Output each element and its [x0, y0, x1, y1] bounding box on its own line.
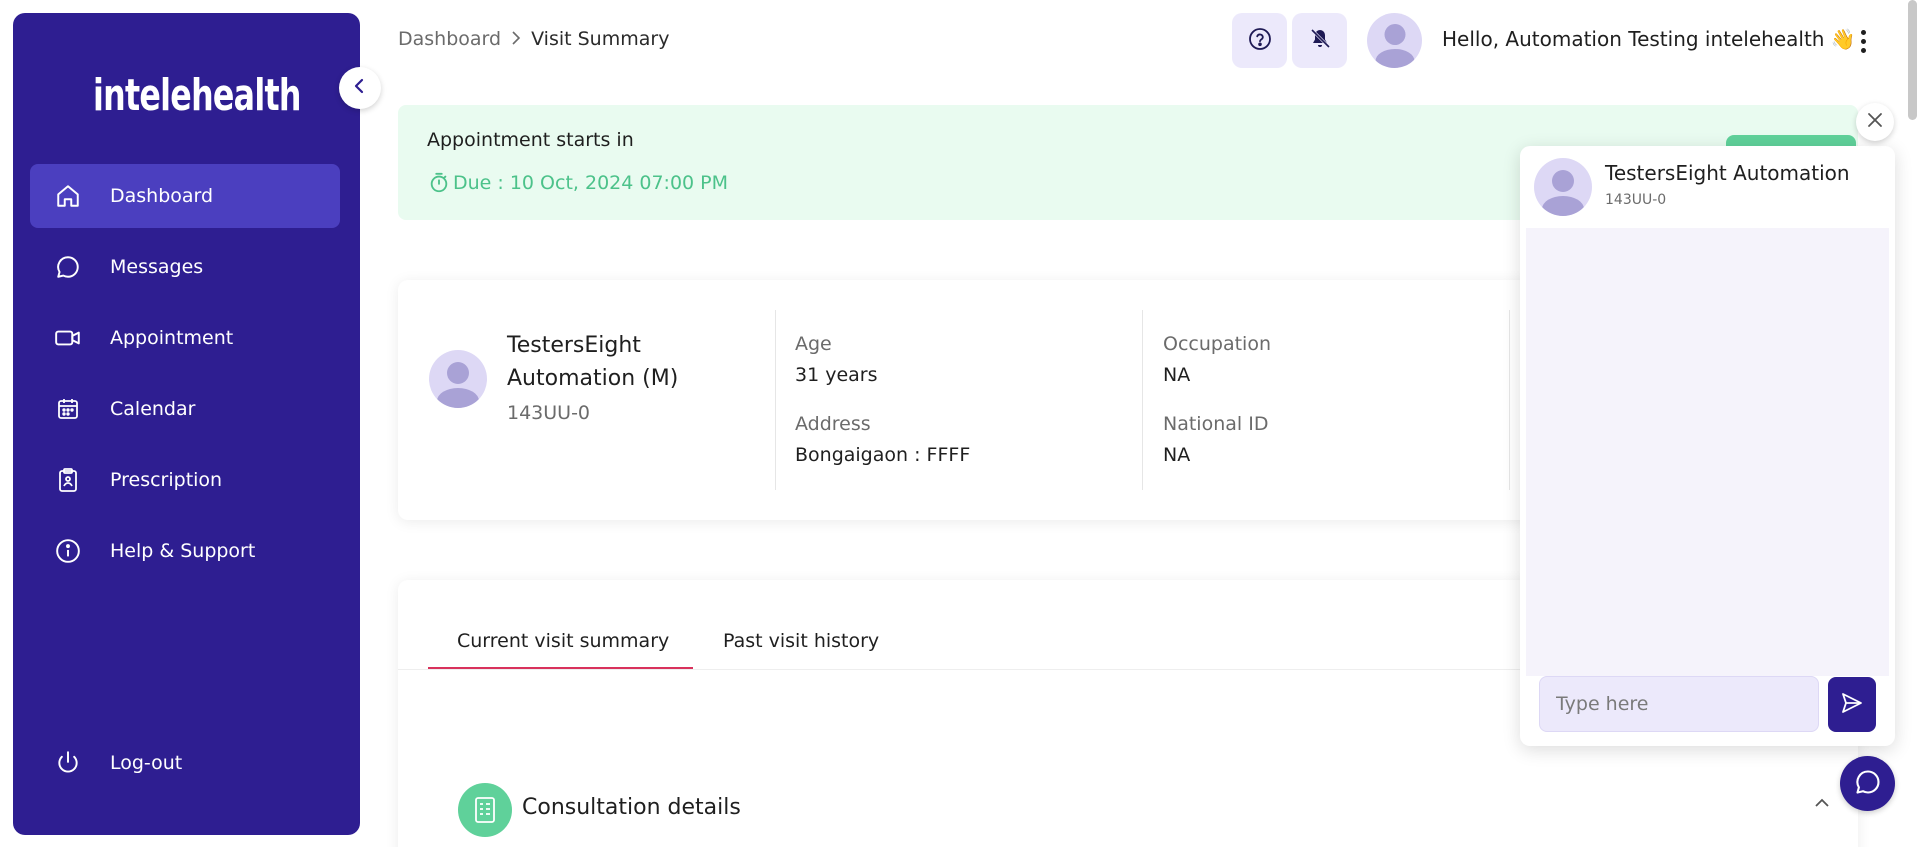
logo-text: intelehealth	[93, 69, 301, 121]
video-icon	[54, 324, 82, 352]
sidebar-item-label: Help & Support	[110, 540, 256, 562]
document-icon	[458, 783, 512, 837]
sidebar-nav: Dashboard Messages Appointment Calendar …	[30, 164, 340, 590]
chat-avatar	[1534, 158, 1592, 216]
sidebar-item-dashboard[interactable]: Dashboard	[30, 164, 340, 228]
consultation-details-title: Consultation details	[522, 795, 741, 820]
sidebar-item-label: Calendar	[110, 398, 196, 420]
user-avatar[interactable]	[1367, 13, 1422, 68]
breadcrumb: Dashboard Visit Summary	[398, 28, 669, 50]
patient-id: 143UU-0	[507, 402, 591, 424]
sidebar-item-label: Dashboard	[110, 185, 214, 207]
sidebar-item-messages[interactable]: Messages	[30, 235, 340, 299]
close-chat-button[interactable]	[1856, 103, 1894, 141]
send-icon	[1840, 691, 1864, 719]
logout-button[interactable]: Log-out	[30, 731, 340, 795]
national-id-label: National ID	[1163, 413, 1269, 435]
occupation-value: NA	[1163, 364, 1191, 386]
sidebar-item-appointment[interactable]: Appointment	[30, 306, 340, 370]
sidebar-item-label: Prescription	[110, 469, 223, 491]
info-icon	[54, 537, 82, 565]
appointment-due-text: Due : 10 Oct, 2024 07:00 PM	[453, 172, 729, 194]
divider	[1142, 310, 1143, 490]
help-button[interactable]	[1232, 13, 1287, 68]
divider	[775, 310, 776, 490]
chat-contact-id: 143UU-0	[1605, 192, 1667, 208]
divider	[1509, 310, 1510, 490]
chat-header: TestersEight Automation 143UU-0	[1520, 146, 1895, 228]
tab-current-visit-summary[interactable]: Current visit summary	[457, 630, 669, 652]
tab-past-visit-history[interactable]: Past visit history	[723, 630, 879, 652]
chat-contact-name: TestersEight Automation	[1605, 161, 1850, 185]
national-id-value: NA	[1163, 444, 1191, 466]
sidebar-item-prescription[interactable]: Prescription	[30, 448, 340, 512]
patient-name: TestersEight Automation (M)	[507, 333, 679, 391]
sidebar-item-calendar[interactable]: Calendar	[30, 377, 340, 441]
home-icon	[54, 182, 82, 210]
calendar-icon	[54, 395, 82, 423]
chat-bubble-icon	[1854, 768, 1882, 800]
user-greeting: Hello, Automation Testing intelehealth 👋	[1442, 27, 1856, 51]
sidebar: intelehealth Dashboard Messages Appointm…	[13, 13, 360, 835]
clipboard-icon	[54, 466, 82, 494]
patient-avatar	[429, 350, 487, 408]
notifications-button[interactable]	[1292, 13, 1347, 68]
sidebar-item-label: Messages	[110, 256, 204, 278]
chevron-up-icon[interactable]	[1813, 794, 1831, 813]
address-label: Address	[795, 413, 871, 435]
chevron-left-icon	[352, 78, 368, 98]
stopwatch-icon	[428, 172, 450, 194]
age-value: 31 years	[795, 364, 878, 386]
breadcrumb-visit-summary: Visit Summary	[531, 28, 670, 50]
more-options-icon[interactable]	[1853, 25, 1873, 57]
chat-panel: TestersEight Automation 143UU-0	[1520, 146, 1895, 746]
breadcrumb-dashboard[interactable]: Dashboard	[398, 28, 501, 50]
age-label: Age	[795, 333, 832, 355]
sidebar-item-help-support[interactable]: Help & Support	[30, 519, 340, 583]
appointment-due: Due : 10 Oct, 2024 07:00 PM	[428, 172, 728, 194]
power-icon	[54, 749, 82, 777]
bell-off-icon	[1308, 27, 1332, 55]
question-circle-icon	[1248, 27, 1272, 55]
chat-message-input[interactable]	[1539, 676, 1819, 732]
sidebar-item-label: Appointment	[110, 327, 234, 349]
send-message-button[interactable]	[1828, 677, 1876, 732]
close-icon	[1867, 112, 1883, 132]
intelehealth-logo[interactable]: intelehealth	[91, 65, 301, 125]
chat-messages[interactable]	[1526, 228, 1889, 676]
chevron-right-icon	[511, 28, 521, 50]
logout-section: Log-out	[30, 731, 340, 802]
chat-bubble-icon	[54, 253, 82, 281]
logout-label: Log-out	[110, 752, 183, 774]
collapse-sidebar-button[interactable]	[339, 67, 381, 109]
appointment-banner-title: Appointment starts in	[427, 129, 634, 151]
active-tab-indicator	[428, 667, 693, 669]
open-chat-button[interactable]	[1840, 756, 1895, 811]
page-scrollbar[interactable]	[1908, 0, 1917, 120]
address-value: Bongaigaon : FFFF	[795, 444, 971, 466]
occupation-label: Occupation	[1163, 333, 1271, 355]
